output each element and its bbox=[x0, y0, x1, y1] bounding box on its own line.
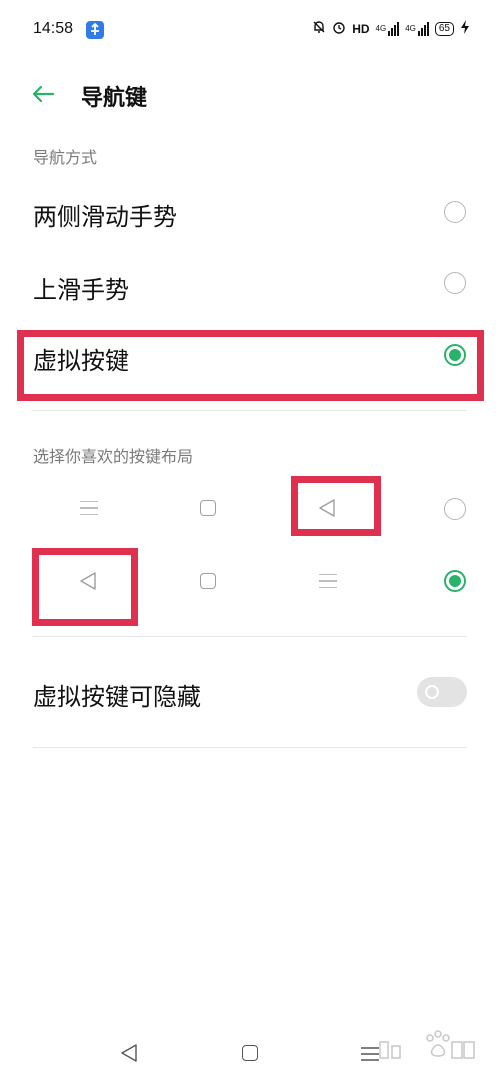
signal-2-label: 4G bbox=[405, 24, 416, 33]
home-square-icon bbox=[200, 500, 216, 516]
highlight-box bbox=[32, 548, 138, 626]
do-not-disturb-icon bbox=[312, 20, 326, 37]
menu-icon bbox=[319, 574, 337, 588]
battery-level: 65 bbox=[434, 21, 454, 36]
alarm-icon bbox=[332, 20, 346, 37]
status-bar: 14:58 HD 4G 4G 65 bbox=[0, 0, 500, 62]
hideable-label: 虚拟按键可隐藏 bbox=[33, 683, 201, 711]
status-right-cluster: HD 4G 4G 65 bbox=[312, 20, 470, 37]
divider bbox=[33, 747, 467, 748]
signal-1-label: 4G bbox=[375, 24, 387, 33]
signal-2-icon bbox=[417, 21, 429, 36]
network-type-label: HD bbox=[352, 21, 370, 36]
signal-1-icon bbox=[388, 21, 400, 36]
divider bbox=[33, 410, 467, 411]
radio-button[interactable] bbox=[444, 498, 466, 520]
radio-button[interactable] bbox=[444, 201, 466, 223]
watermark-logo bbox=[360, 1028, 480, 1068]
nav-mode-section-label: 导航方式 bbox=[33, 148, 98, 167]
nav-option-label: 上滑手势 bbox=[33, 276, 129, 304]
highlight-box bbox=[291, 476, 381, 536]
charging-icon bbox=[460, 20, 470, 37]
home-square-icon bbox=[200, 573, 216, 589]
toggle-knob bbox=[425, 685, 439, 699]
home-square-icon[interactable] bbox=[242, 1045, 258, 1061]
notification-app-icon bbox=[86, 21, 104, 39]
divider bbox=[33, 636, 467, 637]
status-time: 14:58 bbox=[33, 20, 74, 37]
highlight-box bbox=[17, 330, 484, 401]
menu-icon bbox=[80, 501, 98, 515]
radio-button-selected[interactable] bbox=[444, 570, 466, 592]
back-triangle-icon[interactable] bbox=[120, 1043, 138, 1067]
layout-section-label: 选择你喜欢的按键布局 bbox=[33, 447, 194, 466]
page-title: 导航键 bbox=[81, 86, 148, 111]
arrow-left-icon[interactable] bbox=[30, 81, 56, 107]
radio-button[interactable] bbox=[444, 272, 466, 294]
nav-option-label: 两侧滑动手势 bbox=[33, 203, 177, 231]
hideable-toggle[interactable] bbox=[417, 677, 467, 707]
